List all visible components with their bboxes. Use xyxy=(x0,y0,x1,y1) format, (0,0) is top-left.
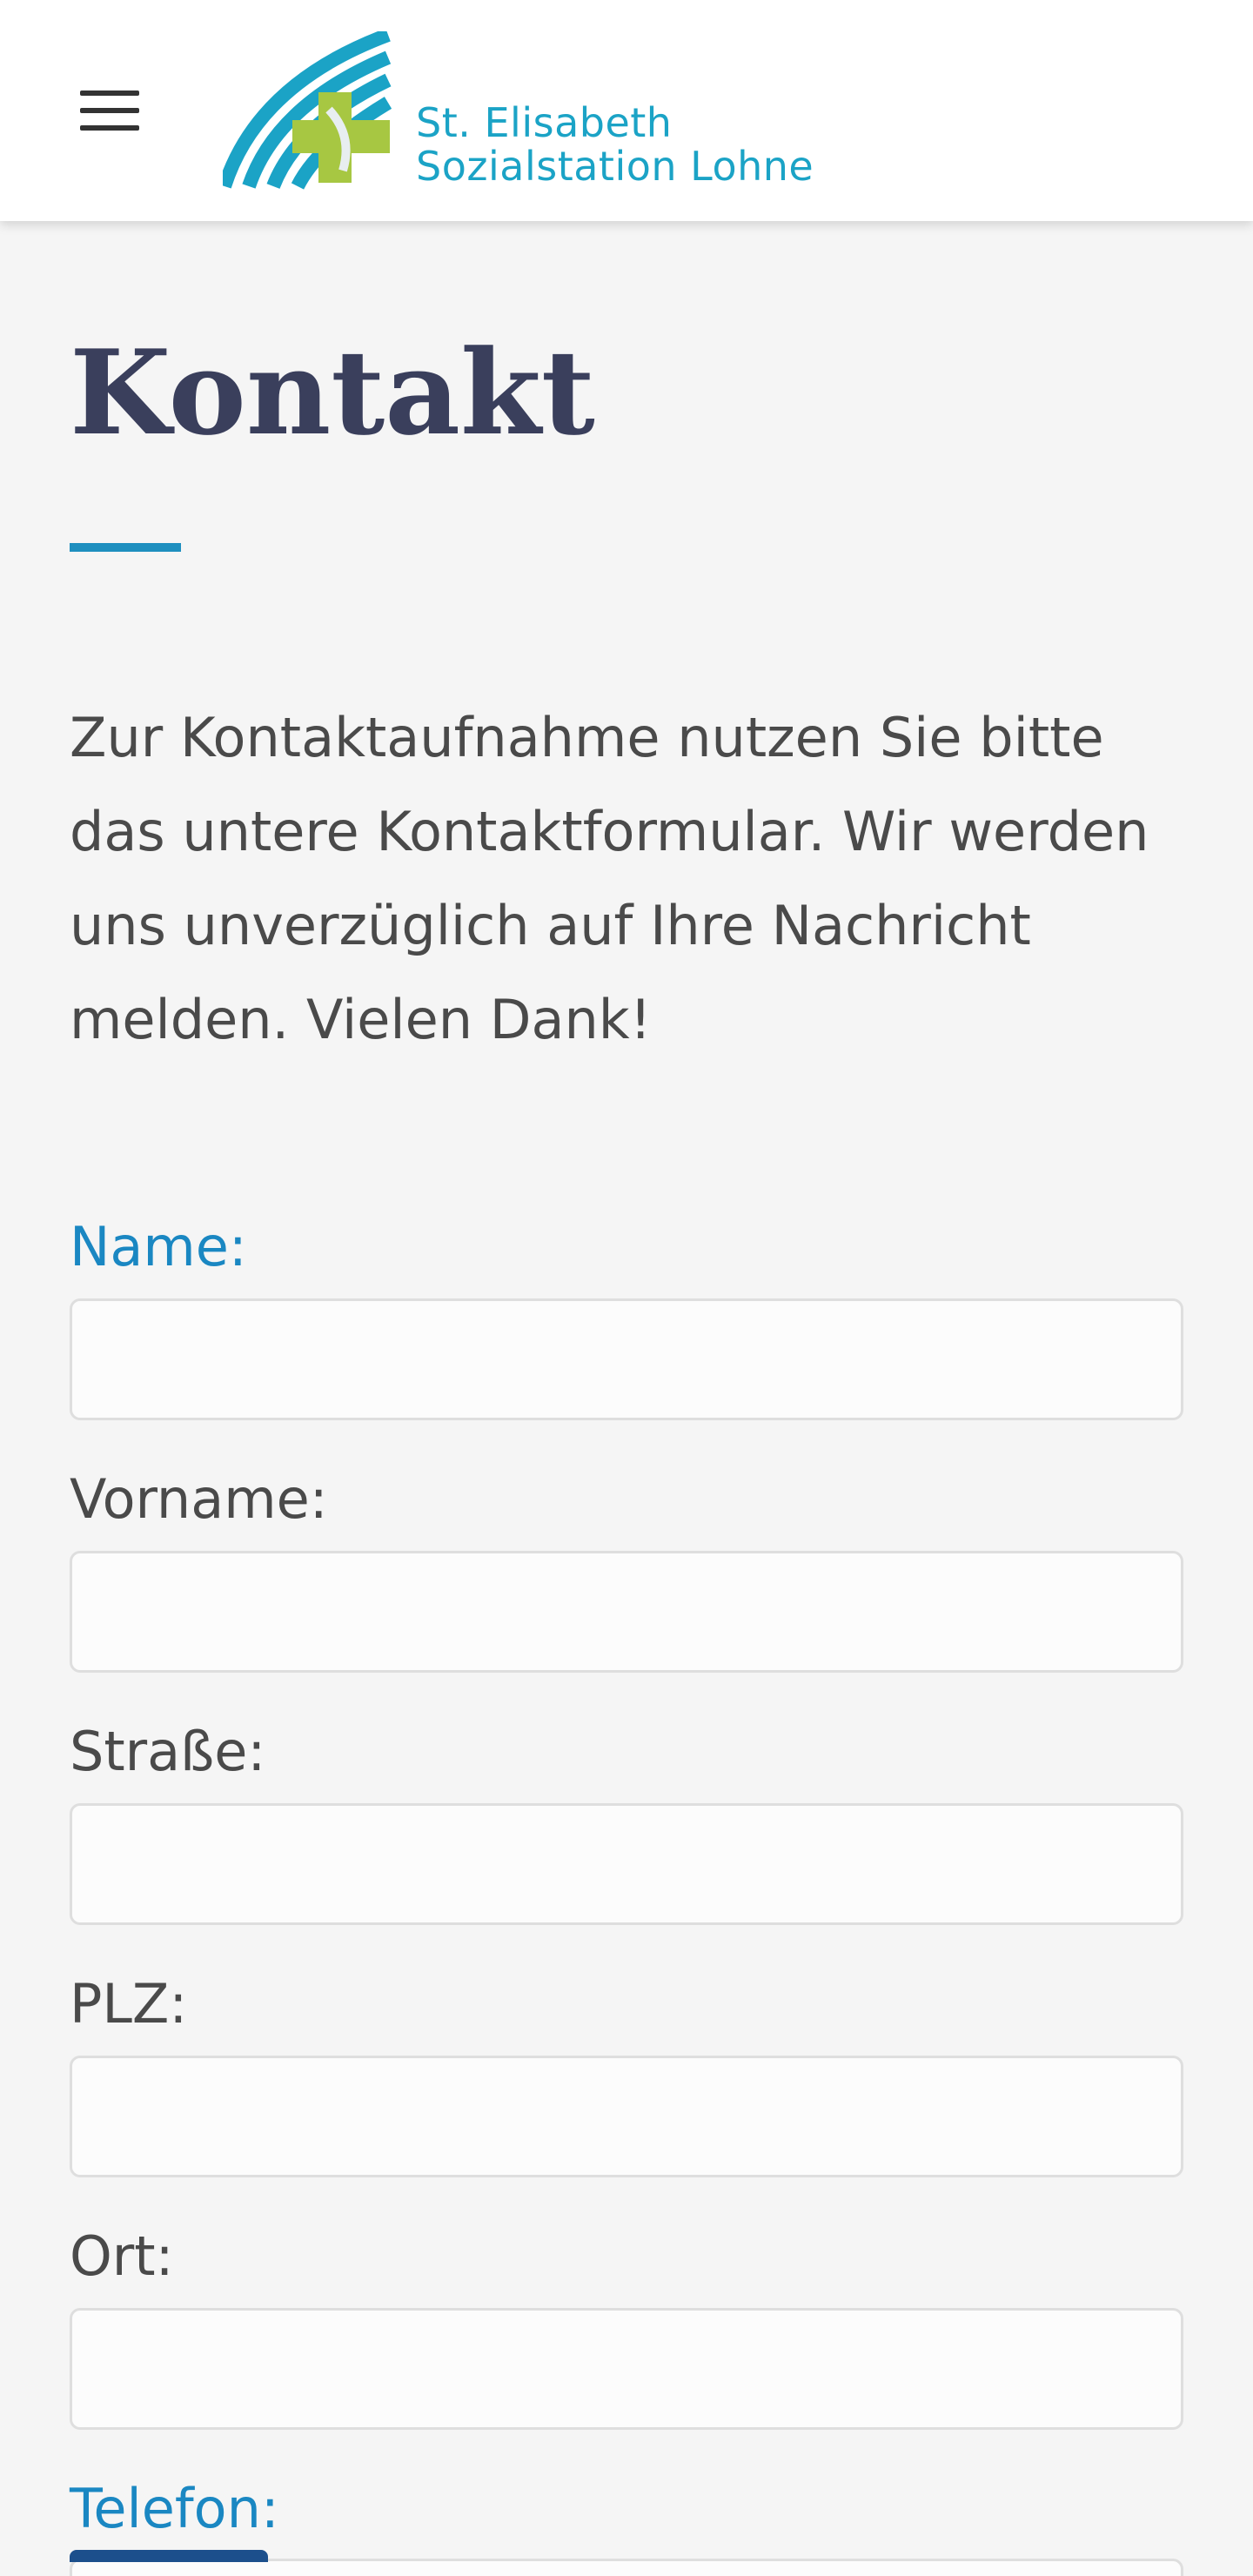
ort-label: Ort: xyxy=(70,2224,174,2288)
telefon-label: Telefon: xyxy=(70,2477,279,2540)
plz-input[interactable] xyxy=(70,2056,1183,2177)
logo-text-line1: St. Elisabeth xyxy=(416,99,673,146)
site-header: St. Elisabeth Sozialstation Lohne xyxy=(0,0,1253,221)
vorname-input[interactable] xyxy=(70,1551,1183,1673)
name-label: Name: xyxy=(70,1215,247,1278)
page-title: Kontakt xyxy=(70,324,595,461)
site-logo[interactable]: St. Elisabeth Sozialstation Lohne xyxy=(223,31,849,197)
telefon-focus-indicator xyxy=(70,2550,268,2562)
ort-input[interactable] xyxy=(70,2308,1183,2430)
strasse-label: Straße: xyxy=(70,1720,266,1783)
plz-label: PLZ: xyxy=(70,1972,188,2036)
vorname-label: Vorname: xyxy=(70,1467,328,1531)
hamburger-menu-icon[interactable] xyxy=(77,87,143,136)
title-underline xyxy=(70,543,181,552)
intro-text: Zur Kontaktaufnahme nutzen Sie bitte das… xyxy=(70,706,1149,1051)
logo-emblem-icon xyxy=(223,31,392,190)
logo-text-line2: Sozialstation Lohne xyxy=(416,143,814,190)
name-input[interactable] xyxy=(70,1298,1183,1420)
strasse-input[interactable] xyxy=(70,1803,1183,1925)
